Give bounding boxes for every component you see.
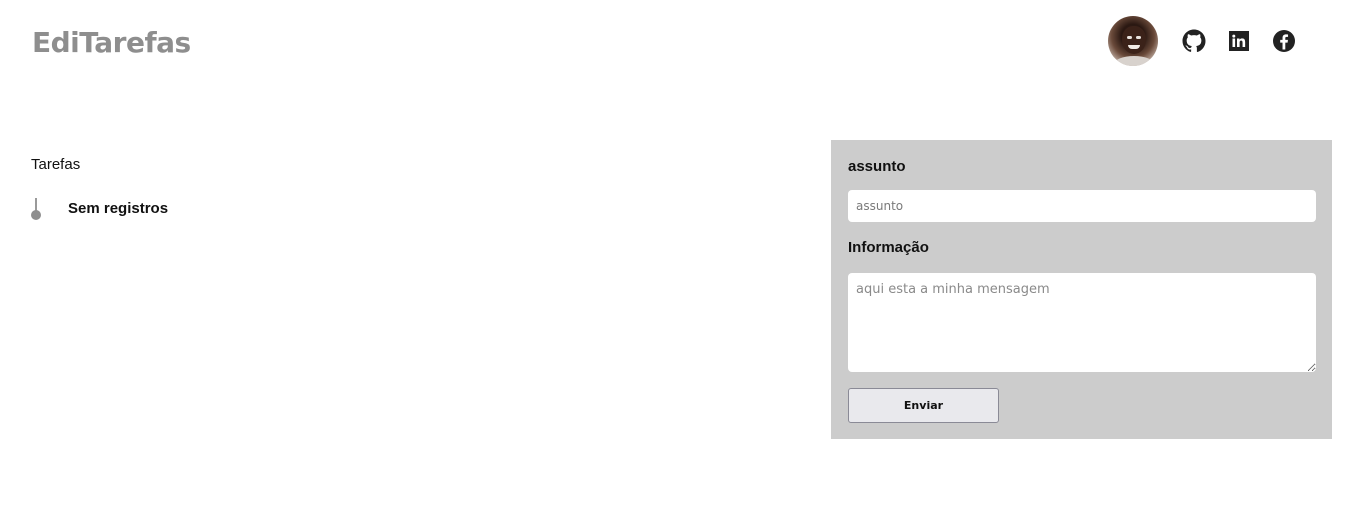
linkedin-icon bbox=[1229, 31, 1249, 51]
timeline-dot bbox=[31, 210, 41, 220]
empty-tasks-label: Sem registros bbox=[68, 200, 169, 217]
send-button[interactable]: Enviar bbox=[848, 388, 999, 423]
social-links bbox=[1182, 29, 1317, 53]
facebook-link[interactable] bbox=[1272, 29, 1296, 53]
brand-logo: EdiTarefas bbox=[32, 26, 191, 59]
avatar-eye-left bbox=[1127, 36, 1132, 39]
info-label: Informação bbox=[848, 239, 929, 256]
task-form: assunto Informação Enviar bbox=[831, 140, 1332, 439]
github-link[interactable] bbox=[1182, 29, 1206, 53]
linkedin-link[interactable] bbox=[1227, 29, 1251, 53]
github-icon bbox=[1182, 29, 1206, 52]
subject-input[interactable] bbox=[848, 190, 1316, 222]
avatar[interactable] bbox=[1108, 16, 1158, 66]
header-actions bbox=[1108, 16, 1317, 66]
facebook-icon bbox=[1273, 30, 1295, 52]
task-list-item: Sem registros bbox=[30, 198, 168, 220]
info-textarea[interactable] bbox=[848, 273, 1316, 372]
avatar-eye-right bbox=[1136, 36, 1141, 39]
avatar-face bbox=[1122, 26, 1146, 54]
timeline-marker bbox=[30, 198, 42, 220]
tasks-title: Tarefas bbox=[31, 156, 81, 173]
subject-label: assunto bbox=[848, 158, 906, 175]
avatar-shoulders bbox=[1114, 56, 1154, 66]
